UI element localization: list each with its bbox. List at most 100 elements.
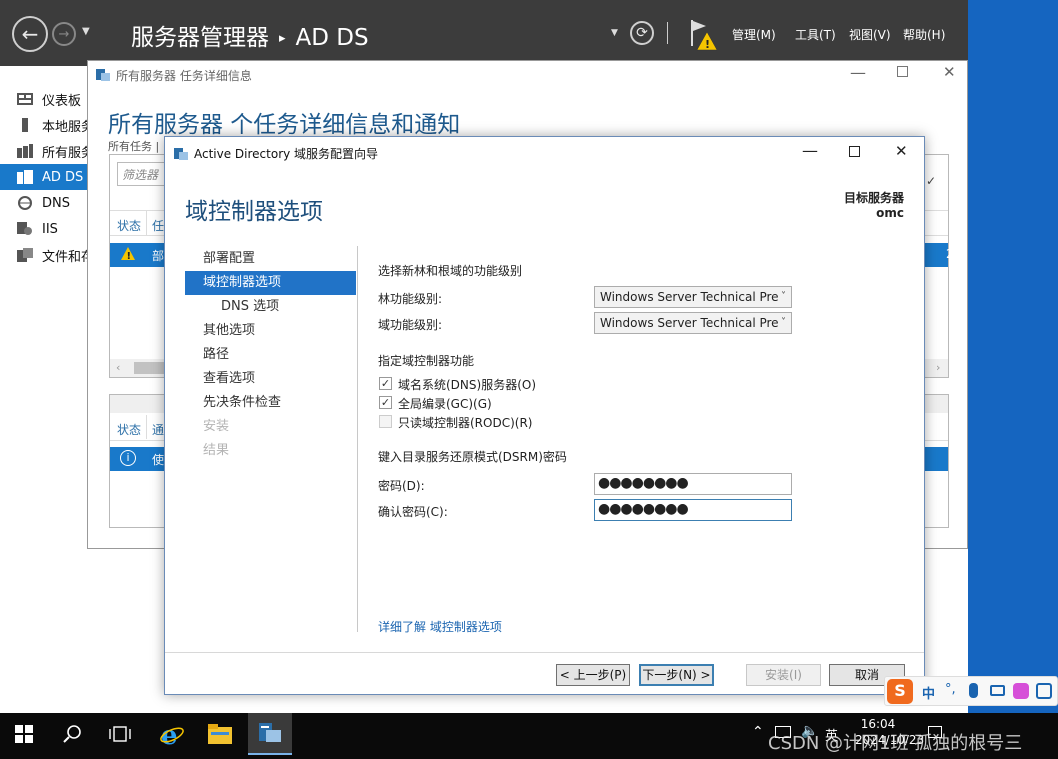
nav-item-adds[interactable]: AD DS — [0, 164, 88, 190]
forest-level-label: 林功能级别: — [378, 292, 443, 306]
row-notification-text: 使 — [152, 453, 165, 467]
history-dropdown-icon[interactable]: ▼ — [82, 26, 90, 37]
warning-icon: ! — [120, 246, 136, 264]
menu-view[interactable]: 视图(V) — [849, 26, 891, 43]
nav-item-dashboard[interactable]: 仪表板 — [0, 86, 88, 112]
notification-flag-icon[interactable]: ! — [688, 18, 720, 52]
footer-divider — [165, 652, 924, 653]
menu-tools[interactable]: 工具(T) — [795, 26, 836, 43]
internet-explorer-icon[interactable]: e — [150, 713, 194, 755]
microphone-icon[interactable] — [969, 683, 978, 698]
dns-server-label: 域名系统(DNS)服务器(O) — [398, 378, 537, 392]
row-task-text: 部 — [152, 249, 165, 263]
back-button[interactable]: < 上一步(P) — [556, 664, 630, 686]
domain-level-value: Windows Server Technical Pre — [600, 316, 779, 330]
global-catalog-label: 全局编录(GC)(G) — [398, 397, 492, 411]
scroll-left-icon[interactable]: ‹ — [116, 361, 120, 374]
dashboard-icon — [17, 92, 33, 106]
wizard-heading: 域控制器选项 — [185, 199, 323, 225]
step-dns-options[interactable]: DNS 选项 — [185, 295, 356, 319]
scroll-right-icon[interactable]: › — [936, 361, 940, 374]
password-field[interactable]: ●●●●●●●● — [594, 473, 792, 495]
keyboard-icon[interactable] — [990, 685, 1005, 696]
step-deployment-config[interactable]: 部署配置 — [185, 247, 356, 271]
column-notification[interactable]: 通 — [152, 421, 164, 438]
chevron-down-icon: ˅ — [781, 317, 786, 328]
info-icon: i — [120, 450, 136, 466]
windows-start-icon[interactable] — [2, 713, 46, 755]
functional-level-section-title: 选择新林和根域的功能级别 — [378, 264, 523, 278]
file-storage-icon — [17, 248, 33, 262]
svg-text:!: ! — [127, 251, 132, 261]
ime-mode[interactable]: 中 — [922, 683, 935, 702]
task-window-title: 所有服务器 任务详细信息 — [116, 69, 252, 83]
learn-more-link[interactable]: 详细了解 域控制器选项 — [378, 618, 502, 635]
step-review-options[interactable]: 查看选项 — [185, 367, 356, 391]
nav-item-all-servers[interactable]: 所有服务 — [0, 138, 88, 164]
rodc-checkbox — [379, 415, 392, 428]
maximize-button[interactable] — [849, 146, 860, 157]
collapse-icon[interactable]: ✓ — [926, 174, 936, 188]
step-additional-options[interactable]: 其他选项 — [185, 319, 356, 343]
global-catalog-checkbox[interactable]: ✓ — [379, 396, 392, 409]
dns-server-checkbox[interactable]: ✓ — [379, 377, 392, 390]
task-window-subtitle: 所有任务 | — [108, 140, 160, 153]
confirm-password-field[interactable]: ●●●●●●●● — [594, 499, 792, 521]
domain-level-select[interactable]: Windows Server Technical Pre ˅ — [594, 312, 792, 334]
svg-text:!: ! — [705, 38, 710, 51]
server-manager-header: ← → ▼ 服务器管理器 ▸ AD DS ▼ ⟳ ! 管理(M) 工具(T) 视图(… — [0, 0, 968, 66]
confirm-password-label: 确认密码(C): — [378, 505, 448, 519]
window-app-icon — [96, 67, 110, 81]
ime-toolbar: S 中 °, — [884, 676, 1058, 706]
wizard-title: Active Directory 域服务配置向导 — [194, 147, 379, 161]
toolbox-icon[interactable] — [1036, 683, 1052, 699]
task-view-icon[interactable] — [98, 713, 142, 755]
minimize-button[interactable]: — — [850, 63, 866, 82]
column-status[interactable]: 状态 — [117, 421, 141, 438]
all-servers-icon — [17, 144, 33, 158]
file-explorer-icon[interactable] — [198, 713, 242, 755]
step-dc-options[interactable]: 域控制器选项 — [185, 271, 356, 295]
menu-manage[interactable]: 管理(M) — [732, 26, 776, 43]
nav-item-iis[interactable]: IIS — [0, 216, 88, 242]
search-icon[interactable] — [50, 713, 94, 755]
step-results: 结果 — [203, 443, 230, 458]
dropdown-icon[interactable]: ▼ — [611, 28, 618, 38]
server-manager-title: 服务器管理器 ▸ AD DS — [131, 25, 369, 51]
forest-level-select[interactable]: Windows Server Technical Pre ˅ — [594, 286, 792, 308]
iis-icon — [17, 222, 33, 236]
refresh-icon[interactable]: ⟳ — [630, 21, 654, 45]
close-button[interactable]: ✕ — [943, 63, 956, 81]
nav-item-local-server[interactable]: 本地服务 — [0, 112, 88, 138]
forward-arrow-icon[interactable]: → — [52, 22, 76, 46]
install-button: 安装(I) — [746, 664, 821, 686]
local-server-icon — [17, 118, 33, 132]
punctuation-icon[interactable]: °, — [945, 682, 956, 697]
maximize-button[interactable] — [897, 66, 908, 77]
next-button[interactable]: 下一步(N) > — [639, 664, 714, 686]
dc-capabilities-section-title: 指定域控制器功能 — [378, 354, 475, 368]
skin-icon[interactable] — [1013, 683, 1029, 699]
taskbar: e ⌃ 🔈 英 16:04 2024/10/23 CSDN @计网1班 孤独的根… — [0, 713, 1058, 759]
forest-level-value: Windows Server Technical Pre — [600, 290, 779, 304]
server-manager-taskbar-icon[interactable] — [248, 713, 292, 755]
dsrm-section-title: 键入目录服务还原模式(DSRM)密码 — [378, 450, 567, 464]
back-arrow-icon[interactable]: ← — [12, 16, 48, 52]
show-hidden-icons-icon[interactable]: ⌃ — [752, 724, 764, 740]
minimize-button[interactable]: — — [802, 141, 818, 160]
rodc-label: 只读域控制器(RODC)(R) — [398, 416, 533, 430]
breadcrumb-page: AD DS — [295, 25, 369, 51]
step-paths[interactable]: 路径 — [185, 343, 356, 367]
adds-icon — [17, 170, 33, 184]
column-status[interactable]: 状态 — [117, 217, 141, 234]
chevron-down-icon: ˅ — [781, 291, 786, 302]
menu-help[interactable]: 帮助(H) — [903, 26, 945, 43]
column-task[interactable]: 任 — [152, 217, 164, 234]
nav-item-dns[interactable]: DNS — [0, 190, 88, 216]
sogou-logo-icon[interactable]: S — [887, 679, 913, 704]
column-divider — [146, 415, 147, 439]
step-prerequisites-check[interactable]: 先决条件检查 — [185, 391, 356, 415]
close-button[interactable]: ✕ — [895, 142, 908, 160]
steps-divider — [357, 246, 358, 632]
nav-item-file-storage[interactable]: 文件和存 — [0, 242, 88, 268]
